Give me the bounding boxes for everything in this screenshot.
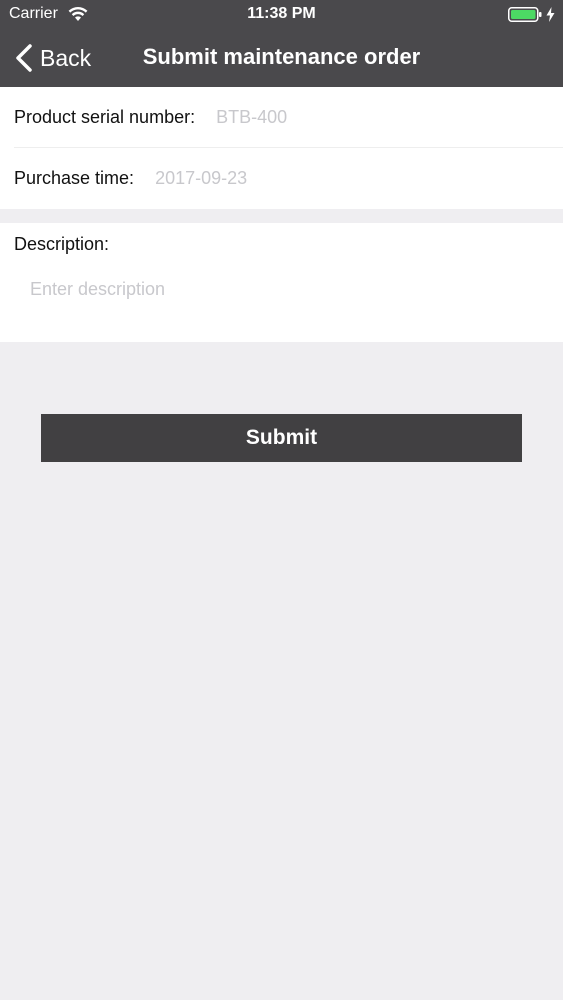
serial-number-input[interactable] bbox=[216, 102, 517, 133]
app-header: Carrier 11:38 PM Back Submit maintenance… bbox=[0, 0, 563, 87]
purchase-time-label: Purchase time: bbox=[14, 168, 135, 188]
battery-icon bbox=[508, 7, 542, 22]
purchase-time-input[interactable] bbox=[155, 163, 456, 194]
description-card: Description: bbox=[0, 223, 563, 342]
serial-number-row: Product serial number: bbox=[0, 87, 563, 148]
status-time: 11:38 PM bbox=[247, 5, 316, 22]
description-input[interactable] bbox=[30, 279, 530, 329]
purchase-time-row: Purchase time: bbox=[0, 148, 563, 209]
submit-button[interactable]: Submit bbox=[41, 414, 522, 462]
status-bar: Carrier 11:38 PM bbox=[0, 0, 563, 30]
serial-number-label: Product serial number: bbox=[14, 107, 196, 127]
charging-bolt-icon bbox=[546, 7, 555, 22]
product-info-card: Product serial number: Purchase time: bbox=[0, 87, 563, 209]
page-title: Submit maintenance order bbox=[142, 44, 421, 69]
navigation-bar: Back Submit maintenance order bbox=[0, 30, 563, 87]
description-label: Description: bbox=[14, 234, 110, 254]
